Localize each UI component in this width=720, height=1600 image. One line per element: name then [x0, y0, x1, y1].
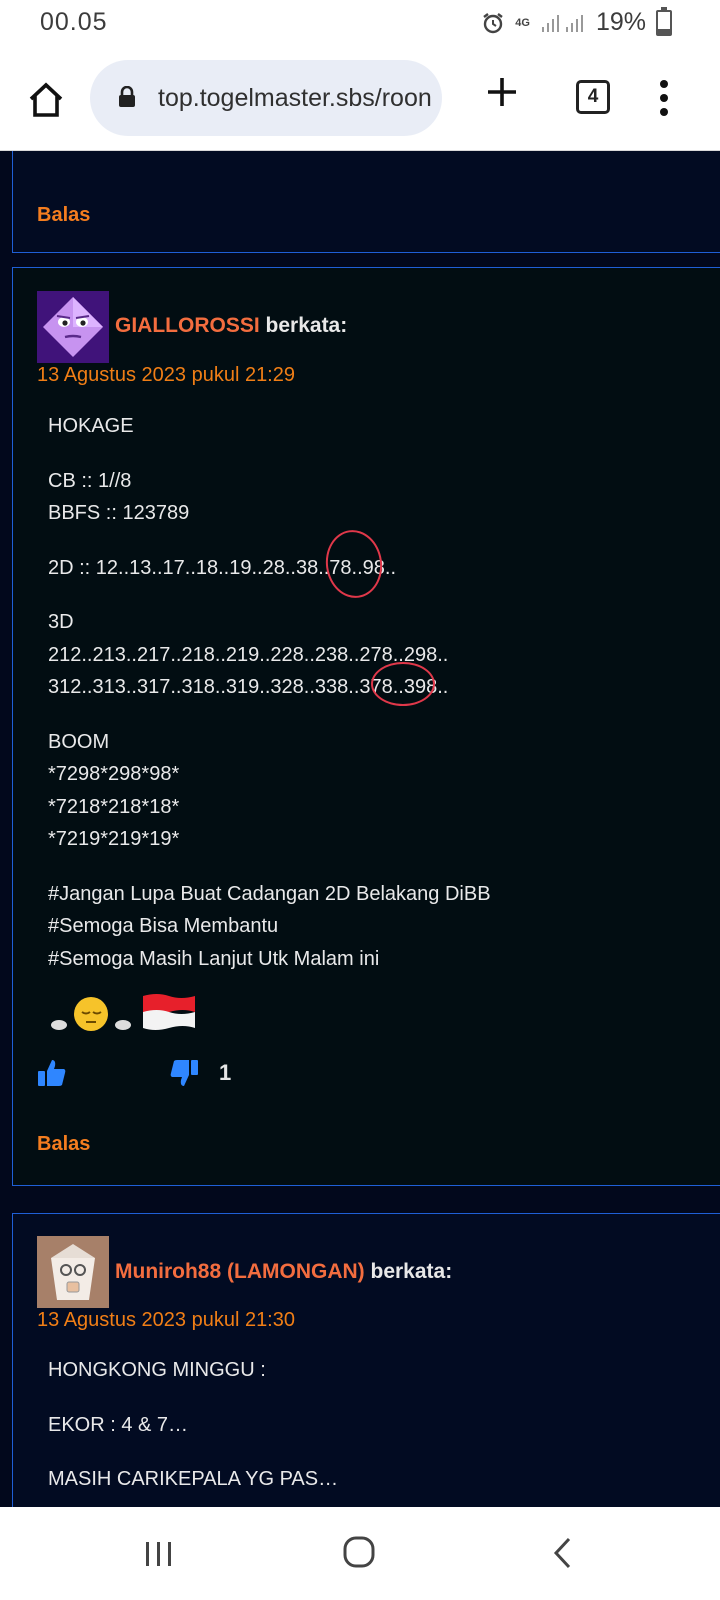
vote-row: 1: [37, 1058, 231, 1088]
comment-author[interactable]: Muniroh88 (LAMONGAN): [115, 1260, 365, 1283]
tab-switcher-button[interactable]: 4: [576, 80, 610, 114]
system-nav-bar: [0, 1507, 720, 1600]
thumbs-up-icon[interactable]: [37, 1058, 67, 1088]
comment-author[interactable]: GIALLOROSSI: [115, 314, 260, 337]
status-time: 00.05: [40, 8, 108, 36]
home-circle-icon[interactable]: [342, 1535, 376, 1569]
url-text[interactable]: top.togelmaster.sbs/roon: [158, 84, 438, 113]
body-line: #Jangan Lupa Buat Cadangan 2D Belakang D…: [48, 882, 491, 905]
dislike-count: 1: [219, 1060, 232, 1085]
body-line: EKOR : 4 & 7…: [48, 1413, 189, 1436]
comment-card-previous: Balas: [12, 151, 720, 253]
more-vert-icon[interactable]: [656, 78, 672, 118]
browser-toolbar: top.togelmaster.sbs/roon 4: [0, 50, 720, 151]
back-icon[interactable]: [552, 1536, 572, 1570]
plus-icon[interactable]: [484, 74, 520, 110]
body-line: 2D :: 12..13..17..18..19..28..38..78..98…: [48, 556, 397, 579]
face-avatar-icon: [37, 1236, 109, 1308]
body-line: HOKAGE: [48, 415, 134, 437]
body-line: *7298*298*98*: [48, 763, 180, 785]
reply-link[interactable]: Balas: [37, 1133, 90, 1156]
comment-says: berkata:: [370, 1260, 453, 1283]
alarm-icon: [483, 12, 503, 33]
home-icon[interactable]: [26, 80, 66, 120]
avatar: [37, 1236, 109, 1308]
comment-card: GIALLOROSSI berkata: 13 Agustus 2023 puk…: [12, 267, 720, 1186]
body-line: HONGKONG MINGGU :: [48, 1359, 266, 1381]
address-bar[interactable]: top.togelmaster.sbs/roon: [90, 60, 442, 136]
body-line: MASIH CARIKEPALA YG PAS…: [48, 1468, 339, 1490]
comment-says: berkata:: [265, 314, 348, 337]
body-line: *7218*218*18*: [48, 795, 180, 818]
comment-author-line: GIALLOROSSI berkata:: [115, 314, 347, 338]
body-line: 212..213..217..218..219..228..238..278..…: [48, 643, 449, 666]
page-content: Balas GIALLOROSSI berkata: 13 Agustus 20…: [0, 151, 720, 1507]
body-line: CB :: 1//8: [48, 469, 132, 492]
comment-card: Muniroh88 (LAMONGAN) berkata: 13 Agustus…: [12, 1213, 720, 1507]
sleeping-face-emoji: [51, 997, 131, 1031]
network-type: 4G: [515, 16, 530, 29]
thumbs-down-icon[interactable]: [169, 1058, 199, 1088]
comment-date[interactable]: 13 Agustus 2023 pukul 21:30: [37, 1309, 295, 1332]
status-bar: 00.05 4G 19%: [0, 0, 720, 50]
emoji-row: [49, 990, 199, 1034]
indonesia-flag-emoji: [143, 994, 195, 1030]
comment-body: HONGKONG MINGGU : EKOR : 4 & 7… MASIH CA…: [48, 1354, 338, 1496]
body-line: *7219*219*19*: [48, 828, 180, 850]
reply-link[interactable]: Balas: [37, 204, 90, 227]
body-line: 3D: [48, 611, 74, 633]
annotation-circle-3d: [371, 662, 435, 706]
status-icons: 4G 19%: [481, 6, 672, 37]
comment-date[interactable]: 13 Agustus 2023 pukul 21:29: [37, 364, 295, 387]
battery-icon: [656, 6, 672, 36]
comment-author-line: Muniroh88 (LAMONGAN) berkata:: [115, 1260, 452, 1284]
dislike-icon-partial: [173, 151, 213, 152]
lock-icon[interactable]: [118, 86, 136, 108]
body-line: #Semoga Bisa Membantu: [48, 915, 279, 937]
battery-percent: 19%: [595, 8, 646, 36]
body-line: #Semoga Masih Lanjut Utk Malam ini: [48, 947, 380, 970]
body-line: BBFS :: 123789: [48, 502, 190, 524]
diamond-face-icon: [37, 291, 109, 363]
avatar: [37, 291, 109, 363]
recents-icon[interactable]: [144, 1540, 174, 1568]
signal-icon: [541, 14, 583, 32]
body-line: BOOM: [48, 730, 110, 753]
